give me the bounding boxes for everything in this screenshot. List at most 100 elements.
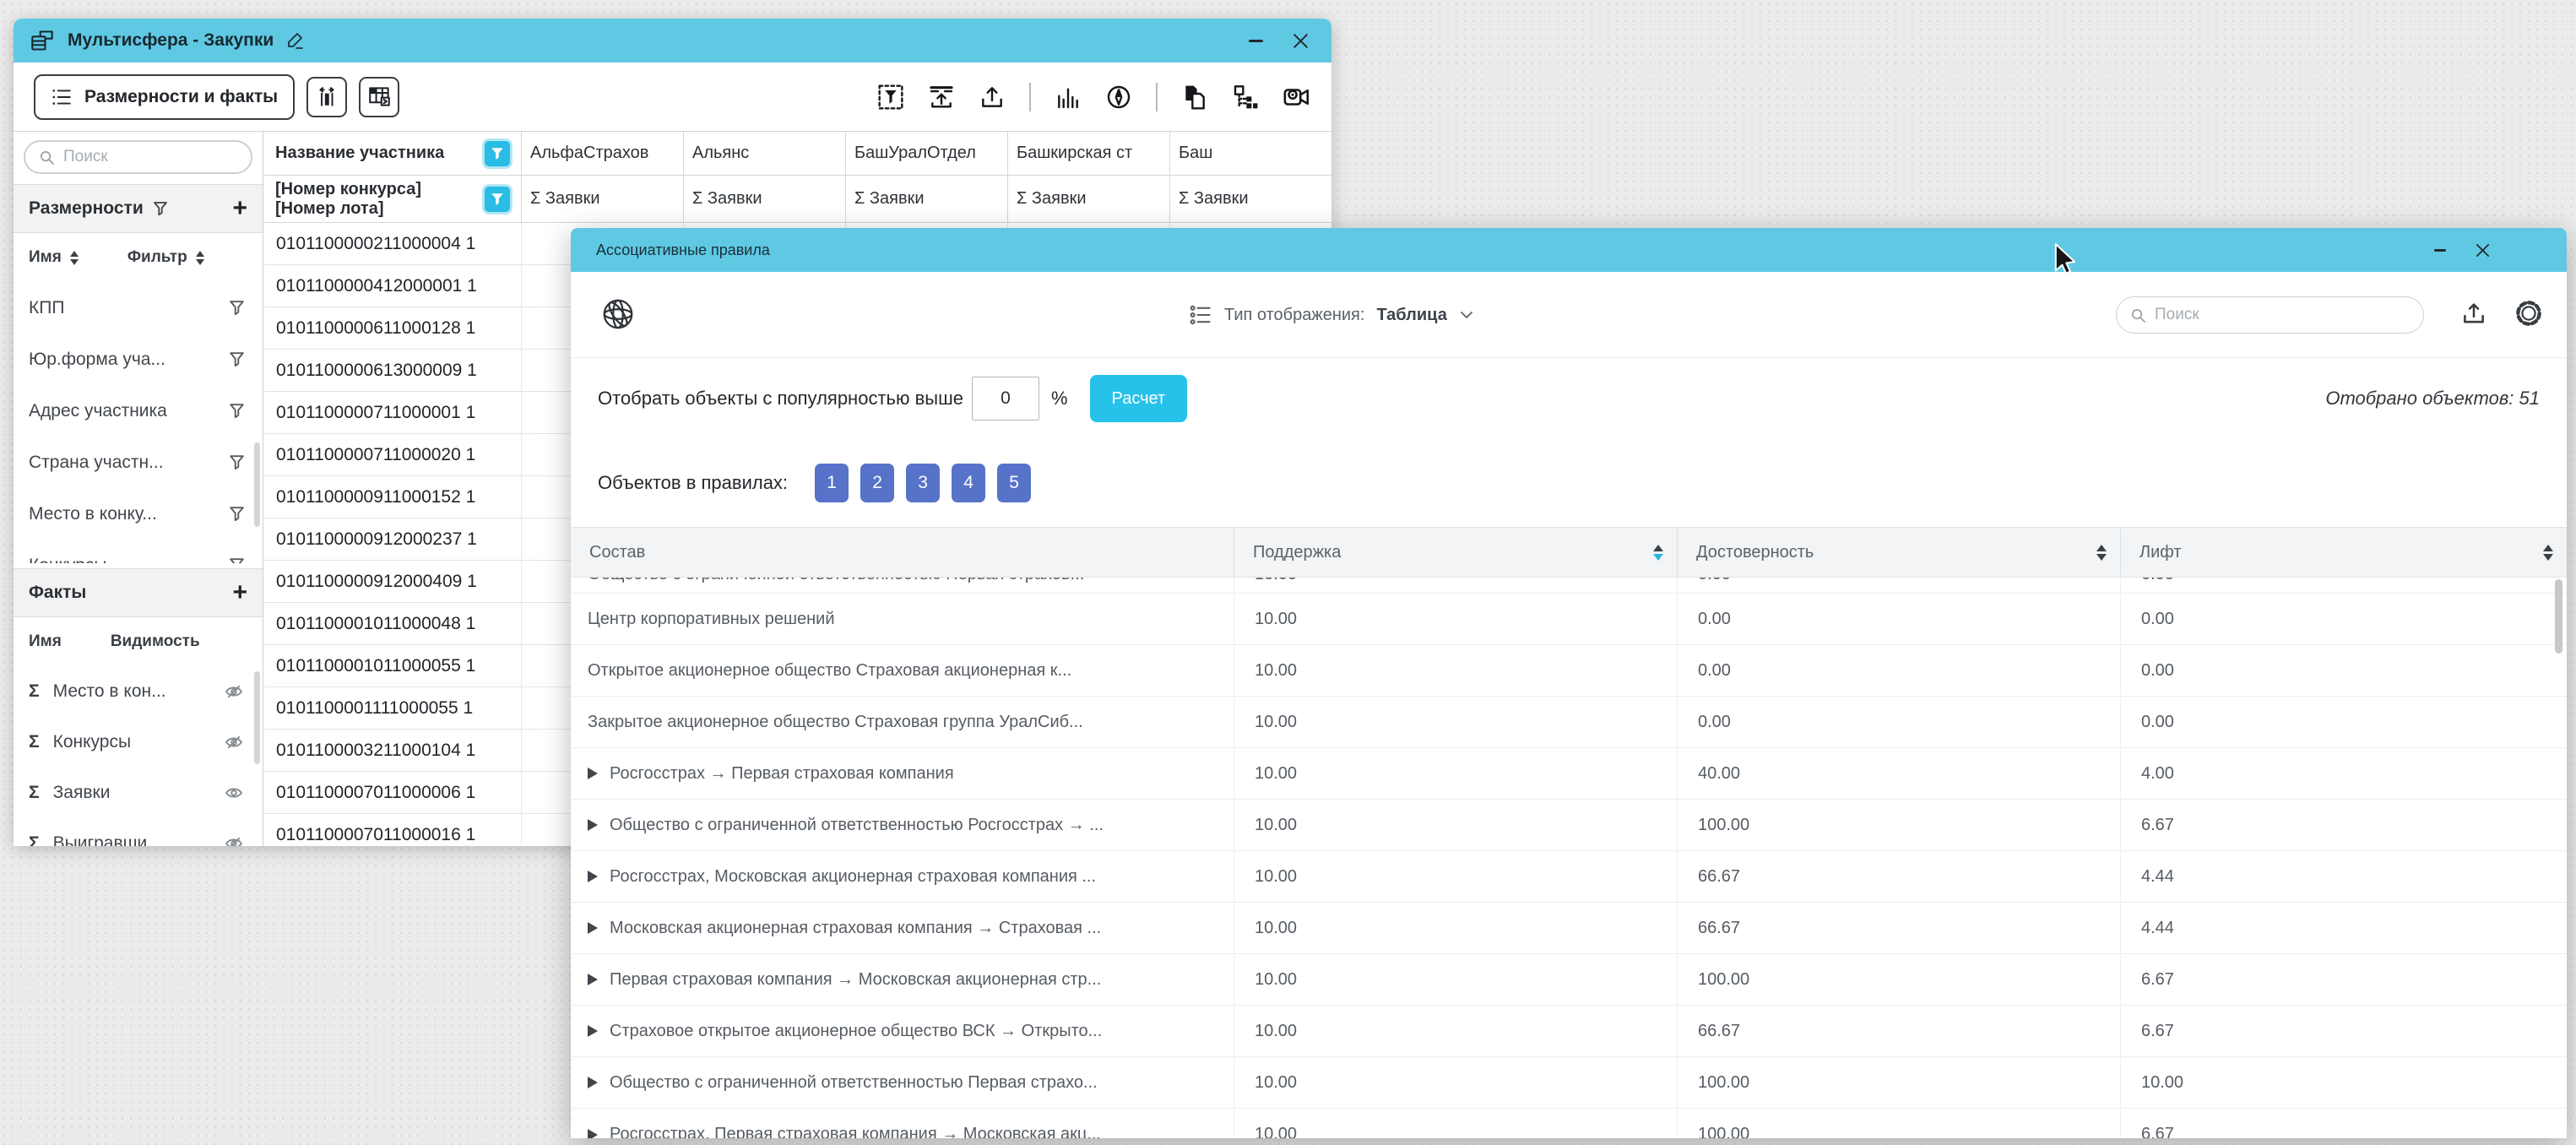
close-icon[interactable] [2475,242,2491,258]
expand-arrow-icon[interactable] [588,1077,598,1088]
expand-arrow-icon[interactable] [588,1025,598,1037]
confidence-cell: 0.00 [1677,645,2120,696]
calculate-button[interactable]: Расчет [1090,375,1188,422]
table-row-clipped[interactable]: Общество с ограниченной ответственностью… [571,578,2567,594]
filter-icon[interactable] [228,299,246,317]
column-group-header[interactable]: Баш [1169,132,1331,175]
table-row[interactable]: Московская акционерная страховая компани… [571,903,2567,954]
row-key: 0101100001011000048 1 [263,603,521,644]
dimension-item[interactable]: Место в конку... [14,488,263,540]
toolbar-divider [1029,83,1031,111]
sidebar-search-input[interactable] [63,148,237,166]
filter-icon[interactable] [228,402,246,420]
fact-item[interactable]: Σ Конкурсы [14,717,263,768]
expand-arrow-icon[interactable] [588,922,598,934]
dimension-item[interactable]: Конкурсы [14,540,263,563]
table-layout-button[interactable] [359,77,399,117]
table-row[interactable]: Росгосстрах → Первая страховая компания … [571,748,2567,800]
rule-size-button-5[interactable]: 5 [997,464,1031,502]
measure-header[interactable]: Σ Заявки [521,176,683,222]
eye-off-icon[interactable] [224,684,244,699]
rule-size-button-3[interactable]: 3 [906,464,940,502]
dialog-search[interactable] [2116,296,2424,334]
copy-documents-icon[interactable] [1181,84,1208,111]
filter-icon[interactable] [228,350,246,368]
filter-button[interactable] [482,184,512,214]
dimensions-facts-button[interactable]: Размерности и факты [34,74,295,120]
filter-button[interactable] [482,138,512,169]
export-icon[interactable] [979,84,1006,111]
column-group-header[interactable]: БашУралОтдел [845,132,1007,175]
edit-title-icon[interactable] [285,30,306,51]
column-header-confidence[interactable]: Достоверность [1677,528,2120,577]
rule-size-button-2[interactable]: 2 [860,464,894,502]
table-row[interactable]: Общество с ограниченной ответственностью… [571,1057,2567,1109]
dimensions-scrollbar[interactable] [254,442,260,527]
column-width-button[interactable] [306,77,347,117]
export-icon[interactable] [2459,300,2488,328]
sort-confidence-icon[interactable] [2096,545,2107,561]
sort-filter-icon[interactable] [196,251,204,265]
expand-arrow-icon[interactable] [588,1129,598,1139]
compass-icon[interactable] [1105,84,1132,111]
dimension-item[interactable]: КПП [14,282,263,334]
table-row[interactable]: Первая страховая компания → Московская а… [571,954,2567,1006]
fact-item[interactable]: Σ Заявки [14,768,263,818]
minimize-icon[interactable] [1249,40,1263,42]
facts-scrollbar[interactable] [254,671,260,764]
close-icon[interactable] [1292,32,1310,50]
hierarchy-icon[interactable] [1232,84,1259,111]
eye-icon[interactable] [224,785,244,800]
add-fact-button[interactable]: + [232,580,247,605]
column-group-header[interactable]: Альянс [683,132,845,175]
dimension-item[interactable]: Страна участн... [14,437,263,488]
display-type-dropdown[interactable]: Тип отображения: Таблица [1189,272,1474,358]
measure-header[interactable]: Σ Заявки [845,176,1007,222]
table-row[interactable]: Открытое акционерное общество Страховая … [571,645,2567,697]
bar-chart-icon[interactable] [1055,84,1082,111]
sort-lift-icon[interactable] [2543,545,2553,561]
filter-icon[interactable] [228,505,246,523]
measure-header[interactable]: Σ Заявки [1169,176,1331,222]
dimension-item[interactable]: Адрес участника [14,385,263,437]
settings-gear-icon[interactable] [2513,297,2545,329]
table-row[interactable]: Центр корпоративных решений 10.00 0.00 0… [571,594,2567,645]
expand-arrow-icon[interactable] [588,819,598,831]
column-header-lift[interactable]: Лифт [2120,528,2567,577]
sort-support-icon[interactable] [1653,545,1663,561]
sidebar-search[interactable] [24,140,252,174]
column-header-composition[interactable]: Состав [571,528,1234,577]
import-to-top-icon[interactable] [928,84,955,111]
camera-eye-icon[interactable] [1283,83,1311,111]
column-group-header[interactable]: АльфаСтрахов [521,132,683,175]
column-header-support[interactable]: Поддержка [1234,528,1677,577]
table-row[interactable]: Закрытое акционерное общество Страховая … [571,697,2567,748]
rule-size-button-1[interactable]: 1 [815,464,849,502]
table-row[interactable]: Росгосстрах, Московская акционерная стра… [571,851,2567,903]
table-scrollbar[interactable] [2555,579,2562,654]
dimension-item[interactable]: Юр.форма уча... [14,334,263,385]
filter-icon[interactable] [228,556,246,563]
table-row-clipped-bottom[interactable]: Росгосстрах, Первая страховая компания →… [571,1109,2567,1138]
add-dimension-button[interactable]: + [232,196,247,221]
filter-area-icon[interactable] [877,84,904,111]
expand-arrow-icon[interactable] [588,768,598,779]
table-row[interactable]: Страховое открытое акционерное общество … [571,1006,2567,1057]
minimize-icon[interactable] [2434,249,2446,252]
expand-arrow-icon[interactable] [588,871,598,882]
filter-icon[interactable] [228,453,246,471]
popularity-input[interactable] [972,377,1039,421]
rule-size-button-4[interactable]: 4 [952,464,985,502]
measure-header[interactable]: Σ Заявки [1007,176,1169,222]
table-row[interactable]: Общество с ограниченной ответственностью… [571,800,2567,851]
fact-item[interactable]: Σ Выигравши... [14,818,263,846]
eye-off-icon[interactable] [224,836,244,846]
eye-off-icon[interactable] [224,735,244,750]
dialog-search-input[interactable] [2155,306,2410,324]
expand-arrow-icon[interactable] [588,974,598,985]
measure-header[interactable]: Σ Заявки [683,176,845,222]
fact-item[interactable]: Σ Место в кон... [14,666,263,717]
column-group-header[interactable]: Башкирская ст [1007,132,1169,175]
sort-name-icon[interactable] [70,251,79,265]
filter-icon[interactable] [152,200,169,217]
